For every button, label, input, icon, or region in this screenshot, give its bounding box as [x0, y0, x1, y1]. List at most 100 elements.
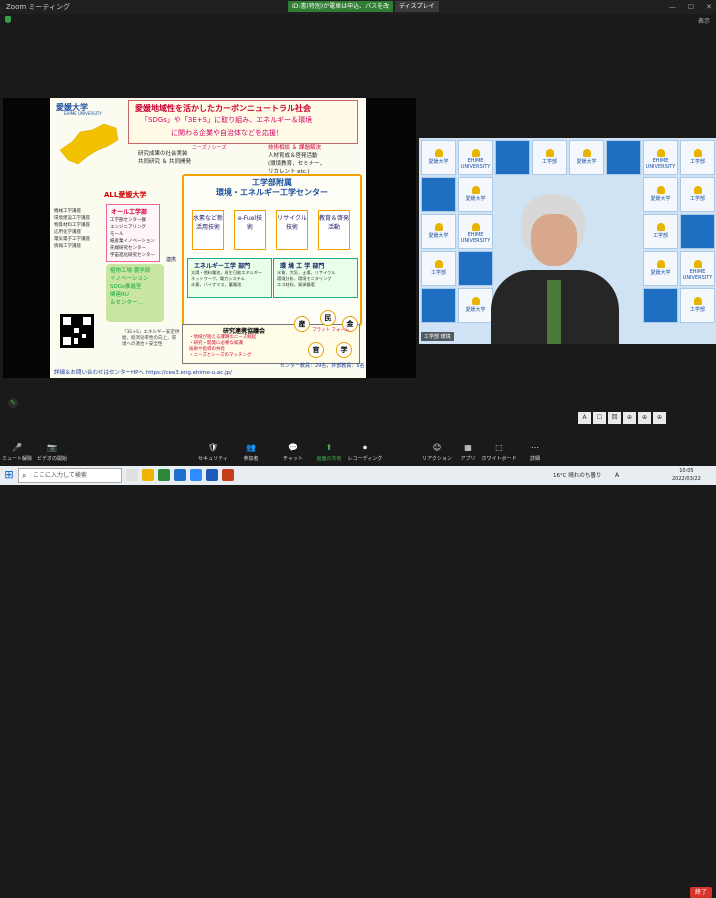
backdrop-tile	[495, 140, 530, 175]
subline: 「SDGs」や「3E+S」に取り組み、エネルギー＆環境	[141, 116, 313, 124]
end-meeting-button[interactable]: 終了	[690, 887, 712, 898]
chat-button[interactable]: 💬 チャット	[280, 443, 306, 462]
powerpoint-icon[interactable]	[222, 469, 234, 481]
camera-icon: 📷	[47, 443, 57, 452]
video-button[interactable]: 📷 ビデオの開始	[34, 443, 70, 462]
headline: 愛媛地域性を活かしたカーボンニュートラル社会	[135, 104, 311, 113]
center-title-2: 環境・エネルギー工学センター	[216, 188, 328, 197]
record-button[interactable]: ⏺ レコーディング	[346, 443, 384, 462]
shield-icon: 🛡	[208, 443, 219, 452]
participant-video[interactable]: 愛媛大学 EHIME UNIVERSITY 工学部 愛媛大学 EHIME UNI…	[419, 138, 716, 344]
windows-start-icon[interactable]: ⊞	[2, 468, 16, 482]
ehime-map-icon	[59, 123, 119, 165]
list-item: 情報工学講座	[54, 244, 81, 249]
pinned-apps	[126, 469, 234, 481]
backdrop-tile: 愛媛大学	[421, 140, 456, 175]
list-item: 電気電子工学講座	[54, 237, 90, 242]
window-controls: — ☐ ✕	[669, 0, 712, 14]
logo-mark-icon	[545, 149, 554, 157]
logo-mark-icon	[693, 260, 702, 268]
chrome-icon[interactable]	[158, 469, 170, 481]
backdrop-tile	[606, 140, 641, 175]
chat-icon: 💬	[288, 443, 298, 452]
backdrop-tile	[643, 288, 678, 323]
microphone-icon: 🎤	[12, 443, 22, 452]
frame-tool[interactable]: 回	[608, 412, 621, 424]
logo-mark-icon	[434, 223, 443, 231]
research-note: 研究成果の社会実装 共同研究 ＆ 共同開発	[138, 151, 191, 165]
backdrop-tile: EHIME UNIVERSITY	[458, 140, 493, 175]
taskbar-clock[interactable]: 10:05 2022/03/22	[672, 467, 701, 483]
reactions-button[interactable]: ☺ リアクション	[418, 443, 456, 462]
participant-name: 工学部 環境	[421, 332, 454, 341]
edge-icon[interactable]	[174, 469, 186, 481]
security-button[interactable]: 🛡 セキュリティ	[196, 443, 230, 462]
backdrop-tile: 工学部	[421, 251, 456, 286]
weather-widget[interactable]: 16°C 晴れのち曇り	[553, 471, 601, 479]
backdrop-tile	[421, 288, 456, 323]
staff-count: センター教員：29名，外部教員：5名	[280, 363, 365, 369]
circle-industry: 産	[294, 316, 310, 332]
backdrop-tile	[421, 177, 456, 212]
meeting-id-banner[interactable]: ID:書(特別)が電車は申込、パスを改	[288, 1, 394, 12]
title-bar: Zoom ミーティング ID:書(特別)が電車は申込、パスを改 ディスプレイ —…	[0, 0, 716, 14]
close-button[interactable]: ✕	[706, 0, 712, 14]
list-item: 機械工学講座	[54, 209, 81, 214]
backdrop-tile: 愛媛大学	[643, 251, 678, 286]
file-explorer-icon[interactable]	[142, 469, 154, 481]
cooperation-label: 連携	[166, 257, 177, 263]
zoom-tool[interactable]: ⊕	[623, 412, 636, 424]
box-tool[interactable]: ☐	[593, 412, 606, 424]
view-button[interactable]: 表示	[698, 16, 710, 25]
mute-button[interactable]: 🎤 ミュート解除	[2, 443, 32, 462]
logo-mark-icon	[693, 149, 702, 157]
backdrop-tile: 愛媛大学	[458, 177, 493, 212]
circle-academia: 学	[336, 342, 352, 358]
center-panel: 工学部附属 環境・エネルギー工学センター 水素など新活用技術 e-Fuel技術 …	[182, 174, 362, 326]
list-item: 物質材料工学講座	[54, 223, 90, 228]
education-note: 技術相談 ＆ 課題解決 人材育成＆啓発活動 (環境教育，セミナー， リカレント …	[268, 145, 326, 175]
qr-code-icon	[60, 314, 94, 348]
logo-mark-icon	[471, 297, 480, 305]
maximize-button[interactable]: ☐	[688, 0, 694, 14]
backdrop-tile: 工学部	[680, 177, 715, 212]
minimize-button[interactable]: —	[669, 0, 676, 14]
whiteboard-button[interactable]: ⬚ ホワイトボード	[480, 443, 518, 462]
whiteboard-icon: ⬚	[495, 443, 503, 452]
list-item: 環境建設工学講座	[54, 216, 90, 221]
apps-button[interactable]: ▦ アプリ	[456, 443, 480, 462]
logo-mark-icon	[582, 149, 591, 157]
more-button[interactable]: ⋯ 詳細	[524, 443, 546, 462]
backdrop-tile: 工学部	[532, 140, 567, 175]
pen-icon[interactable]: ✎	[8, 398, 18, 408]
display-selector[interactable]: ディスプレイ	[395, 1, 439, 12]
center-title-1: 工学部附属	[252, 178, 292, 187]
logo-mark-icon	[693, 297, 702, 305]
logo-mark-icon	[434, 260, 443, 268]
shared-slide: 愛媛大学 EHIME UNIVERSITY 愛媛地域性を活かしたカーボンニュート…	[50, 98, 366, 378]
annotation-toolbar: A ☐ 回 ⊕ ⊕ ⊕	[578, 412, 666, 424]
logo-mark-icon	[471, 186, 480, 194]
all-ehime-label: ALL愛媛大学	[104, 191, 147, 199]
window-title: Zoom ミーティング	[6, 3, 70, 11]
backdrop-tile: 工学部	[643, 214, 678, 249]
task-view-icon[interactable]	[126, 469, 138, 481]
taskbar-search-input[interactable]: ここに入力して検索	[18, 468, 122, 483]
ehime-logo-sub: EHIME UNIVERSITY	[64, 111, 102, 116]
participants-button[interactable]: 👥 参加者	[236, 443, 266, 462]
backdrop-tile: 愛媛大学	[569, 140, 604, 175]
zoom-app-icon[interactable]	[190, 469, 202, 481]
needs-seeds-label: ニーズ / シーズ	[192, 145, 227, 151]
zoom-tool[interactable]: ⊕	[653, 412, 666, 424]
word-icon[interactable]	[206, 469, 218, 481]
contact-line: 詳細＆お問い合わせはセンターHPへ https://cee3.eng.ehime…	[54, 370, 232, 376]
share-screen-button[interactable]: ⬆ 画面の共有	[312, 443, 346, 462]
partner-box: 植物工場 農学部 イノベーション SDGs推進室 関連RU ＆センター…	[106, 264, 164, 322]
zoom-tool[interactable]: ⊕	[638, 412, 651, 424]
text-tool[interactable]: A	[578, 412, 591, 424]
security-shield-icon[interactable]	[5, 16, 11, 23]
energy-department: エネルギー工学 部門 太陽・燃料電池，再生可能エネルギー ネットワーク，電力シス…	[187, 258, 272, 298]
logo-mark-icon	[656, 260, 665, 268]
ime-indicator[interactable]: A	[615, 472, 619, 479]
logo-mark-icon	[656, 223, 665, 231]
